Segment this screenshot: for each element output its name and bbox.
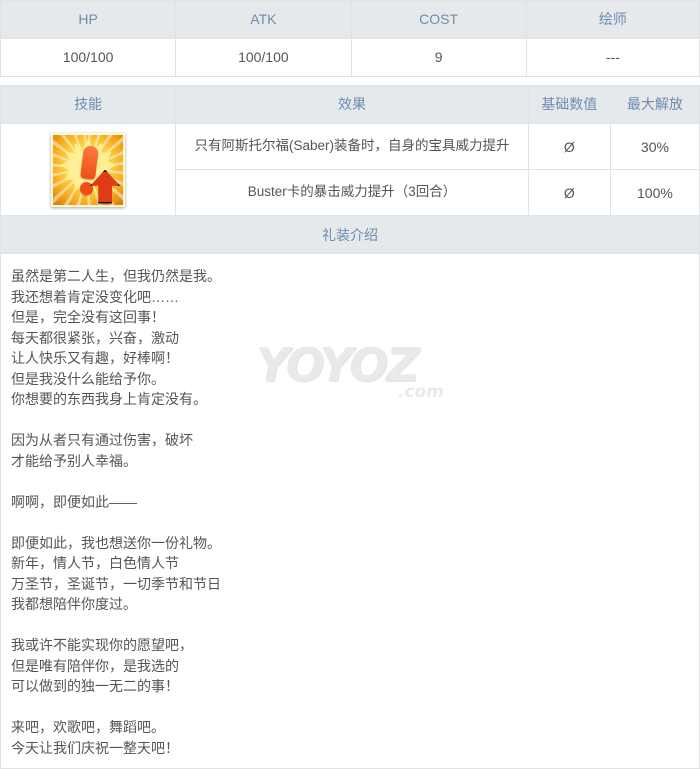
exclamation-dot-icon bbox=[80, 181, 94, 195]
intro-line: 但是唯有陪伴你，是我选的 bbox=[11, 657, 179, 674]
intro-line: 因为从者只有通过伤害，破坏 bbox=[11, 432, 193, 448]
skill-row-1: 只有阿斯托尔福(Saber)装备时，自身的宝具威力提升 Ø 30% bbox=[0, 123, 700, 216]
intro-line bbox=[11, 410, 689, 431]
intro-line: 让人快乐又有趣，好棒啊！ bbox=[11, 350, 179, 366]
intro-line bbox=[11, 697, 689, 718]
intro-line: 即便如此，我也想送你一份礼物。 bbox=[11, 534, 221, 551]
skill-max-2: 100% bbox=[609, 169, 700, 216]
skill-base-1: Ø bbox=[527, 123, 611, 170]
intro-line: 万圣节，圣诞节，一切季节和节日 bbox=[11, 575, 221, 592]
intro-line: 来吧，欢歌吧，舞蹈吧。 bbox=[11, 719, 165, 735]
intro-text-block: 虽然是第二人生，但我仍然是我。 我还想着肯定没变化吧…… 但是，完全没有这回事！ 每天… bbox=[11, 266, 689, 758]
skills-table: 技能 效果 基础数值 最大解放 只有阿斯托尔福(Saber)装备时，自身的宝具威… bbox=[0, 85, 700, 216]
intro-line: 我都想陪伴你度过。 bbox=[11, 596, 137, 612]
stats-header-cost: COST bbox=[350, 0, 527, 39]
intro-line: 今天让我们庆祝一整天吧！ bbox=[11, 739, 179, 756]
intro-line bbox=[11, 471, 689, 492]
stats-header-row: HP ATK COST 绘师 bbox=[0, 0, 700, 39]
intro-line: 新年，情人节，白色情人节 bbox=[11, 555, 179, 571]
skill-icon-exclamation-up[interactable] bbox=[51, 132, 126, 207]
stats-value-cost: 9 bbox=[350, 38, 527, 77]
stats-value-row: 100/100 100/100 9 --- bbox=[0, 38, 700, 77]
skills-header-skill: 技能 bbox=[0, 85, 177, 124]
intro-body: 虽然是第二人生，但我仍然是我。 我还想着肯定没变化吧…… 但是，完全没有这回事！ 每天… bbox=[0, 254, 700, 769]
skill-effect-1: 只有阿斯托尔福(Saber)装备时，自身的宝具威力提升 bbox=[175, 123, 529, 170]
intro-line: 但是我没什么能给予你。 bbox=[11, 370, 165, 387]
skill-max-1: 30% bbox=[609, 123, 700, 170]
skill-base-2: Ø bbox=[527, 169, 611, 216]
skill-effect-2: Buster卡的暴击威力提升（3回合） bbox=[175, 169, 529, 216]
skills-header-base: 基础数值 bbox=[527, 85, 611, 124]
intro-line bbox=[11, 512, 689, 533]
stats-value-illustrator: --- bbox=[525, 38, 700, 77]
skills-header-effect: 效果 bbox=[175, 85, 529, 124]
intro-line: 可以做到的独一无二的事！ bbox=[11, 678, 179, 694]
intro-line: 每天都很紧张，兴奋，激动 bbox=[11, 329, 179, 346]
intro-line: 才能给予别人幸福。 bbox=[11, 452, 137, 469]
intro-section-title: 礼装介绍 bbox=[0, 216, 700, 254]
intro-line: 我还想着肯定没变化吧…… bbox=[11, 288, 179, 305]
stats-value-hp: 100/100 bbox=[0, 38, 177, 77]
stats-value-atk: 100/100 bbox=[175, 38, 352, 77]
skill-icon-cell[interactable] bbox=[0, 123, 177, 216]
stats-table: HP ATK COST 绘师 100/100 100/100 9 --- bbox=[0, 0, 700, 77]
intro-line: 但是，完全没有这回事！ bbox=[11, 309, 165, 325]
intro-line: 你想要的东西我身上肯定没有。 bbox=[11, 391, 207, 407]
stats-header-atk: ATK bbox=[175, 0, 352, 39]
intro-line: 虽然是第二人生，但我仍然是我。 bbox=[11, 268, 221, 284]
stats-header-illustrator: 绘师 bbox=[525, 0, 700, 39]
skills-header-max: 最大解放 bbox=[609, 85, 700, 124]
intro-line bbox=[11, 615, 689, 636]
table-gap-spacer bbox=[0, 77, 700, 85]
intro-line: 啊啊，即便如此—— bbox=[11, 493, 137, 510]
stats-header-hp: HP bbox=[0, 0, 177, 39]
intro-line: 我或许不能实现你的愿望吧， bbox=[11, 637, 193, 653]
skills-header-row: 技能 效果 基础数值 最大解放 bbox=[0, 85, 700, 124]
